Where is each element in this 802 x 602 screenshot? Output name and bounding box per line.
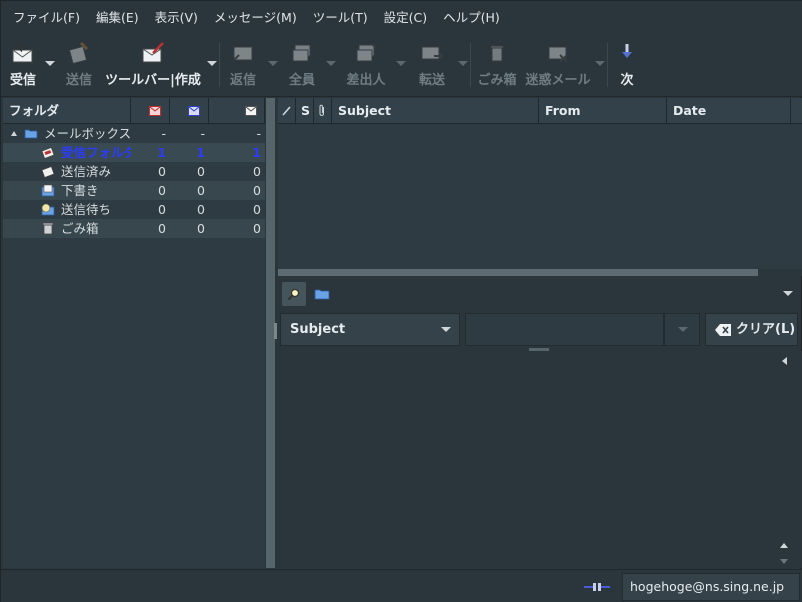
compose-icon — [142, 42, 164, 63]
folder-row-mailbox[interactable]: メールボックス - - - — [3, 124, 265, 143]
search-history-dropdown[interactable] — [664, 313, 700, 346]
folder-pane: フォルダ メールボックス - - - 受信フォルダ 1 1 1 送信済み 0 0… — [3, 98, 265, 568]
sent-icon — [41, 166, 55, 178]
vertical-scrollbar[interactable] — [771, 351, 801, 568]
send-mail-icon — [68, 41, 89, 65]
menu-message[interactable]: メッセージ(M) — [206, 1, 305, 35]
scroll-up-icon[interactable] — [780, 543, 788, 548]
trash-folder-icon — [42, 222, 54, 235]
extra-column-header — [791, 98, 802, 124]
forward-dropdown-button[interactable] — [456, 35, 470, 95]
forward-button[interactable]: 転送 — [408, 35, 456, 95]
menu-edit[interactable]: 編集(E) — [88, 1, 147, 35]
reply-dropdown-button[interactable] — [266, 35, 280, 95]
sender-dropdown-button[interactable] — [394, 35, 408, 95]
spam-dropdown-button[interactable] — [593, 35, 607, 95]
status-column-header[interactable]: S — [296, 98, 314, 124]
menu-bar: ファイル(F) 編集(E) 表示(V) メッセージ(M) ツール(T) 設定(C… — [1, 1, 802, 35]
mail-icon — [245, 106, 257, 116]
status-bar: hogehoge@ns.sing.ne.jp — [1, 569, 802, 602]
reply-all-button[interactable]: 全員 — [280, 35, 324, 95]
menu-view[interactable]: 表示(V) — [147, 1, 206, 35]
outbox-icon — [41, 203, 55, 216]
reply-sender-button[interactable]: 差出人 — [338, 35, 394, 95]
paperclip-icon — [319, 104, 324, 116]
clear-button[interactable]: クリア(L) — [705, 313, 798, 346]
message-list-header: S Subject From Date — [278, 98, 802, 124]
folder-header: フォルダ — [3, 98, 265, 124]
folder-row-drafts[interactable]: 下書き 0 0 0 — [3, 181, 265, 200]
trash-button[interactable]: ごみ箱 — [471, 35, 523, 95]
drafts-icon — [41, 184, 55, 197]
receive-button[interactable]: 受信 — [3, 35, 43, 95]
chevron-left-icon[interactable] — [782, 357, 787, 365]
send-button[interactable]: 送信 — [57, 35, 101, 95]
trash-icon — [490, 45, 504, 62]
from-column-header[interactable]: From — [539, 98, 667, 124]
menu-help[interactable]: ヘルプ(H) — [435, 1, 508, 35]
reply-all-dropdown-button[interactable] — [324, 35, 338, 95]
folder-row-sent[interactable]: 送信済み 0 0 0 — [3, 162, 265, 181]
compose-button[interactable]: ツールバー|作成 — [101, 35, 205, 95]
open-folder-icon — [24, 129, 38, 139]
folder-row-inbox[interactable]: 受信フォルダ 1 1 1 — [3, 143, 265, 162]
unread-column-header[interactable] — [170, 98, 209, 124]
new-mail-icon — [149, 106, 161, 116]
total-column-header[interactable] — [209, 98, 265, 124]
reply-icon — [233, 46, 253, 61]
main-window: ファイル(F) 編集(E) 表示(V) メッセージ(M) ツール(T) 設定(C… — [0, 0, 802, 602]
forward-icon — [421, 46, 444, 60]
scroll-down-icon[interactable] — [780, 559, 788, 564]
folder-search-tab[interactable] — [310, 282, 334, 306]
open-folder-icon — [314, 289, 330, 300]
chevron-down-icon — [441, 327, 451, 332]
clear-icon — [715, 324, 731, 336]
search-filter-row: Subject クリア(L) — [278, 311, 802, 347]
splitter-grip[interactable] — [274, 323, 277, 339]
search-tabs-dropdown-icon[interactable] — [783, 291, 793, 296]
new-column-header[interactable] — [131, 98, 170, 124]
date-column-header[interactable]: Date — [667, 98, 791, 124]
unread-mail-icon — [188, 106, 200, 116]
horizontal-scrollbar-thumb[interactable] — [278, 269, 758, 276]
message-preview — [278, 351, 802, 568]
search-input[interactable] — [465, 313, 664, 346]
menu-tools[interactable]: ツール(T) — [305, 1, 376, 35]
mark-column-header[interactable] — [278, 98, 296, 124]
toolbar: 受信 送信 ツールバー|作成 返信 全員 差出人 転送 ごみ箱 迷惑メール 次 — [1, 35, 802, 97]
offline-plug-icon[interactable] — [584, 580, 610, 594]
receive-mail-icon — [12, 42, 33, 63]
folder-row-trash[interactable]: ごみ箱 0 0 0 — [3, 219, 265, 238]
reply-button[interactable]: 返信 — [220, 35, 266, 95]
account-selector[interactable]: hogehoge@ns.sing.ne.jp — [622, 573, 800, 601]
subject-column-header[interactable]: Subject — [332, 98, 539, 124]
pencil-icon — [282, 106, 291, 116]
reply-all-icon — [292, 44, 311, 62]
menu-file[interactable]: ファイル(F) — [5, 1, 88, 35]
spam-button[interactable]: 迷惑メール — [523, 35, 593, 95]
reply-sender-icon — [356, 43, 377, 62]
search-field-combo[interactable]: Subject — [280, 313, 460, 346]
inbox-icon — [41, 147, 55, 159]
receive-dropdown-button[interactable] — [43, 35, 57, 95]
next-button[interactable]: 次 — [608, 35, 646, 95]
compose-dropdown-button[interactable] — [205, 35, 219, 95]
folder-row-outbox[interactable]: 送信待ち 0 0 0 — [3, 200, 265, 219]
spam-icon — [548, 46, 568, 63]
attachment-column-header[interactable] — [314, 98, 332, 124]
search-tabs — [278, 279, 802, 309]
folder-column-header[interactable]: フォルダ — [3, 98, 131, 124]
expand-arrow-icon[interactable] — [11, 131, 17, 136]
magnifier-icon — [287, 288, 300, 301]
message-list: S Subject From Date — [278, 98, 802, 276]
down-arrow-icon — [622, 44, 632, 58]
menu-settings[interactable]: 設定(C) — [376, 1, 435, 35]
quick-search-tab[interactable] — [282, 282, 306, 306]
